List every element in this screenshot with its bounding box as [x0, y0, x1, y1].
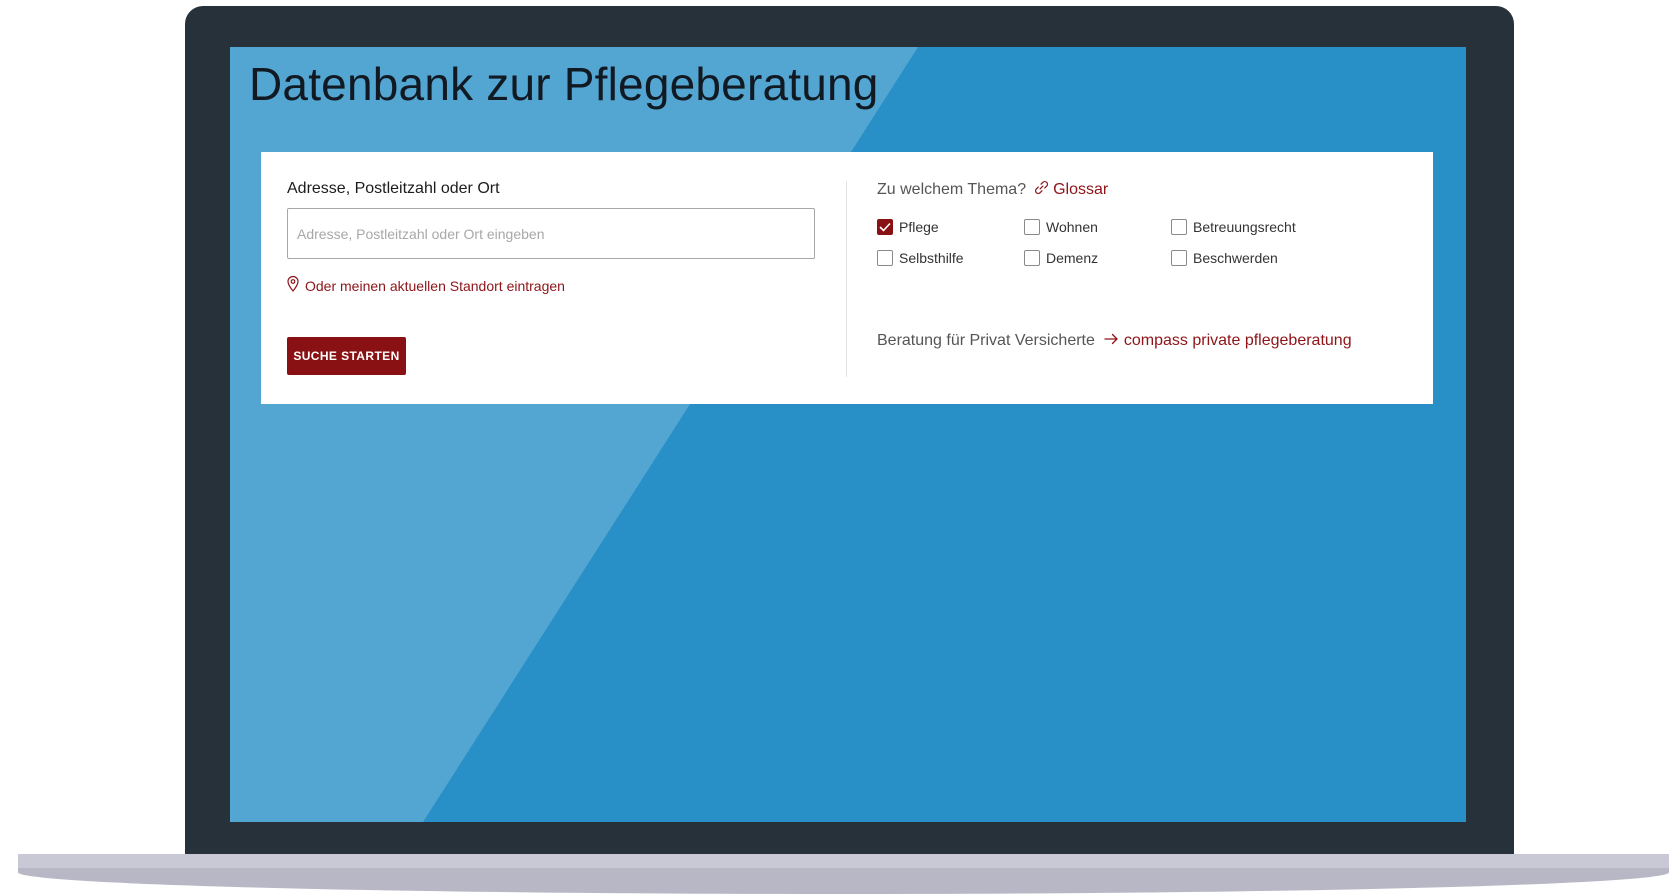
checkbox[interactable]	[1171, 219, 1187, 235]
glossary-label: Glossar	[1053, 181, 1109, 198]
compass-link-label: compass private pflegeberatung	[1123, 332, 1352, 349]
private-insurance-text: Beratung für Privat Versicherte	[877, 332, 1095, 349]
laptop-screen: Datenbank zur Pflegeberatung Adresse, Po…	[230, 47, 1466, 822]
topic-checkbox-wohnen[interactable]: Wohnen	[1024, 219, 1098, 235]
topic-checkbox-pflege[interactable]: Pflege	[877, 219, 939, 235]
checkbox[interactable]	[1024, 219, 1040, 235]
topic-checkbox-beschwerden[interactable]: Beschwerden	[1171, 250, 1278, 266]
topic-label: Beschwerden	[1193, 250, 1278, 266]
checkbox[interactable]	[877, 219, 893, 235]
topic-checkbox-betreuungsrecht[interactable]: Betreuungsrecht	[1171, 219, 1296, 235]
search-start-button[interactable]: SUCHE STARTEN	[287, 337, 406, 375]
topic-label: Pflege	[899, 219, 939, 235]
column-divider	[846, 181, 847, 377]
topic-label: Selbsthilfe	[899, 250, 964, 266]
address-input[interactable]	[287, 208, 815, 259]
checkbox[interactable]	[1024, 250, 1040, 266]
compass-link[interactable]: compass private pflegeberatung	[1104, 332, 1352, 350]
current-location-label: Oder meinen aktuellen Standort eintragen	[305, 277, 565, 294]
laptop-base-shadow	[18, 868, 1669, 894]
topic-checkbox-selbsthilfe[interactable]: Selbsthilfe	[877, 250, 964, 266]
page-title: Datenbank zur Pflegeberatung	[249, 58, 879, 110]
search-column: Adresse, Postleitzahl oder Ort Oder mein…	[287, 152, 817, 404]
arrow-right-icon	[1104, 332, 1119, 350]
address-label: Adresse, Postleitzahl oder Ort	[287, 180, 500, 197]
private-insurance-row: Beratung für Privat Versicherte compass …	[877, 332, 1352, 350]
map-pin-icon	[287, 275, 299, 295]
topic-checkboxes: Pflege Wohnen Betreuungsrecht Selbsthilf…	[877, 219, 1337, 279]
topic-label: Wohnen	[1046, 219, 1098, 235]
link-icon	[1034, 180, 1049, 200]
topic-label: Demenz	[1046, 250, 1099, 266]
topic-checkbox-demenz[interactable]: Demenz	[1024, 250, 1098, 266]
topics-column: Zu welchem Thema? Glossar Pflege Wohnen …	[877, 152, 1417, 404]
glossary-link[interactable]: Glossar	[1034, 180, 1108, 200]
check-icon	[879, 222, 891, 232]
topic-question-label: Zu welchem Thema?	[877, 181, 1027, 198]
checkbox[interactable]	[877, 250, 893, 266]
topic-question: Zu welchem Thema? Glossar	[877, 180, 1108, 200]
search-card: Adresse, Postleitzahl oder Ort Oder mein…	[261, 152, 1433, 404]
current-location-link[interactable]: Oder meinen aktuellen Standort eintragen	[287, 275, 565, 295]
topic-label: Betreuungsrecht	[1193, 219, 1296, 235]
checkbox[interactable]	[1171, 250, 1187, 266]
